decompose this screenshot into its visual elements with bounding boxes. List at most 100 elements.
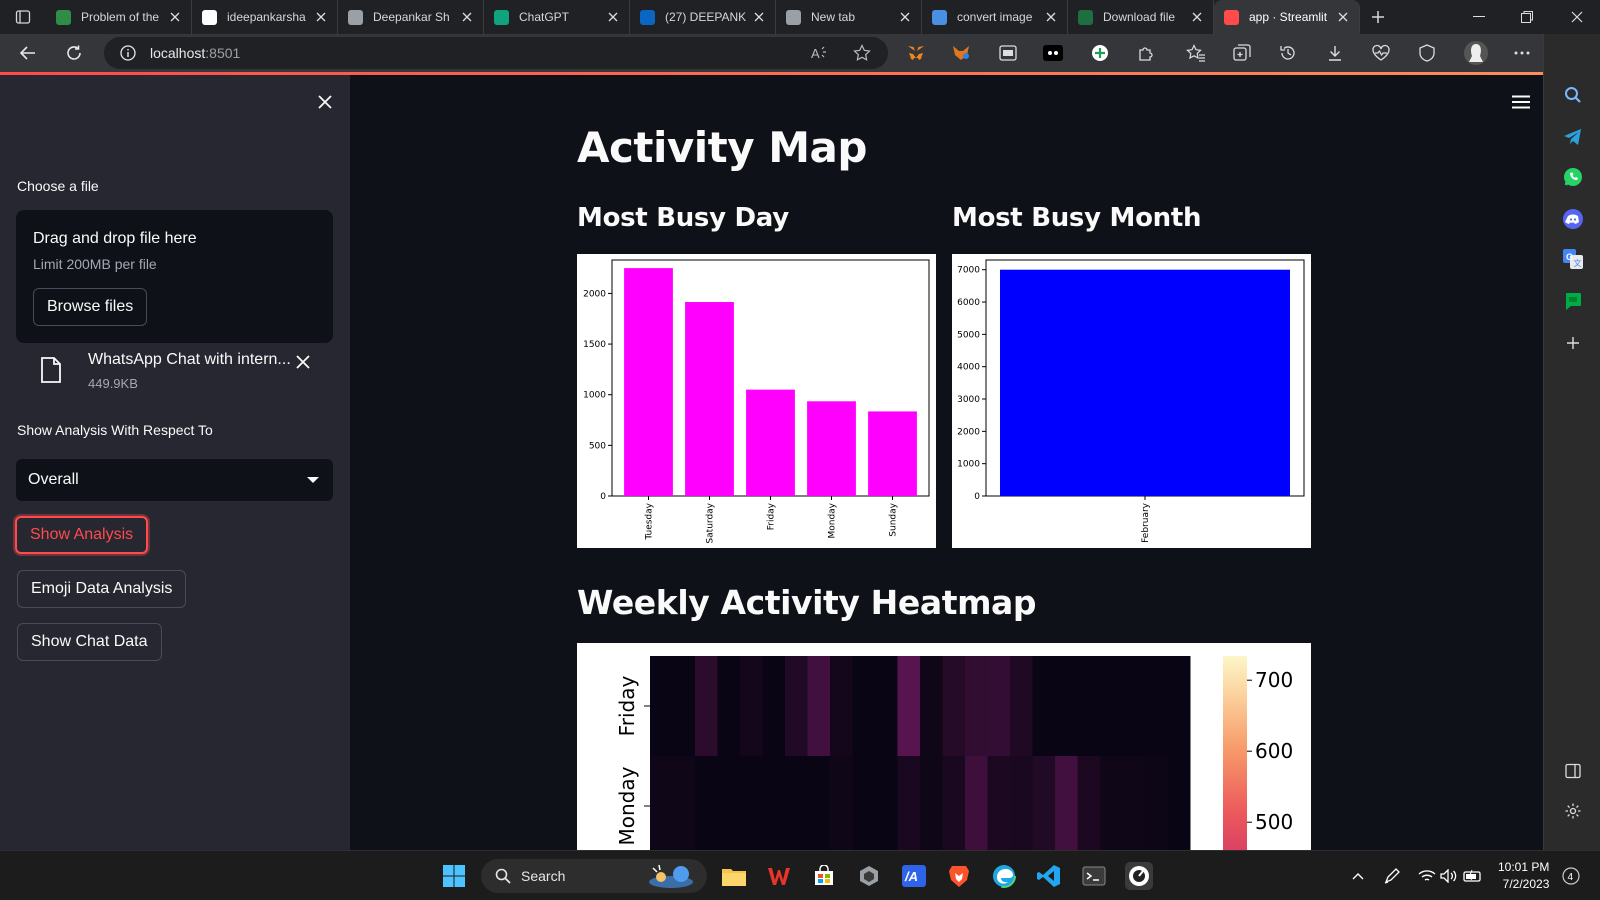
more-options-icon[interactable] bbox=[1512, 43, 1532, 63]
heat-cell bbox=[807, 656, 831, 756]
show-analysis-button[interactable]: Show Analysis bbox=[15, 516, 149, 554]
metamask-icon[interactable] bbox=[906, 43, 926, 63]
recording-app-icon[interactable] bbox=[1125, 862, 1153, 890]
google-chat-icon[interactable] bbox=[1562, 290, 1584, 312]
brave-browser-icon[interactable] bbox=[945, 862, 973, 890]
close-tab-icon[interactable] bbox=[605, 9, 621, 25]
back-icon[interactable] bbox=[14, 39, 42, 67]
math-app-icon[interactable]: /A bbox=[900, 862, 928, 890]
file-explorer-icon[interactable] bbox=[720, 862, 748, 890]
close-tab-icon[interactable] bbox=[1335, 9, 1351, 25]
close-window-icon[interactable] bbox=[1554, 0, 1600, 34]
favorite-star-icon[interactable] bbox=[852, 43, 872, 63]
heat-cell bbox=[650, 656, 673, 756]
close-tab-icon[interactable] bbox=[459, 9, 475, 25]
favorites-icon[interactable] bbox=[1186, 43, 1206, 63]
browser-tab-4[interactable]: ChatGPT bbox=[484, 0, 630, 34]
taskbar-search[interactable]: Search bbox=[481, 859, 707, 893]
y-tick-label: 7000 bbox=[957, 266, 980, 276]
close-sidebar-icon[interactable] bbox=[316, 93, 334, 111]
refresh-icon[interactable] bbox=[60, 39, 88, 67]
google-translate-icon[interactable]: G文 bbox=[1562, 248, 1584, 270]
discord-icon[interactable] bbox=[1562, 208, 1584, 230]
sidebar-settings-icon[interactable] bbox=[1562, 800, 1584, 822]
hide-sidebar-icon[interactable] bbox=[1562, 760, 1584, 782]
show-chat-data-button[interactable]: Show Chat Data bbox=[17, 623, 162, 661]
heat-cell bbox=[875, 656, 898, 756]
dark-mode-extension-icon[interactable] bbox=[1043, 43, 1063, 63]
search-icon[interactable] bbox=[1562, 84, 1584, 106]
telegram-icon[interactable] bbox=[1562, 126, 1584, 148]
restore-icon[interactable] bbox=[1504, 0, 1550, 34]
tab-actions-icon[interactable] bbox=[0, 0, 46, 34]
fox-extension-icon[interactable] bbox=[951, 43, 971, 63]
browser-tab-2[interactable]: ideepankarsha bbox=[192, 0, 338, 34]
weekly-heatmap: Friday Monday 700 600 500 bbox=[577, 643, 1311, 850]
screen-capture-icon[interactable] bbox=[998, 43, 1018, 63]
new-tab-button[interactable] bbox=[1360, 0, 1396, 34]
profile-avatar-icon[interactable] bbox=[1463, 40, 1489, 66]
battery-icon[interactable] bbox=[1462, 862, 1484, 890]
close-tab-icon[interactable] bbox=[1043, 9, 1059, 25]
hex-app-icon[interactable] bbox=[855, 862, 883, 890]
wifi-icon[interactable] bbox=[1417, 862, 1437, 890]
y-tick-label: 3000 bbox=[957, 395, 980, 405]
notification-badge[interactable]: 4 bbox=[1561, 862, 1581, 890]
browser-essentials-icon[interactable] bbox=[1417, 43, 1437, 63]
close-tab-icon[interactable] bbox=[313, 9, 329, 25]
wps-office-icon[interactable] bbox=[765, 862, 793, 890]
heat-cell bbox=[650, 756, 673, 850]
heat-cell bbox=[785, 756, 808, 850]
browser-tab-6[interactable]: New tab bbox=[776, 0, 922, 34]
read-aloud-icon[interactable]: A bbox=[810, 43, 830, 63]
linkedin-icon bbox=[640, 9, 655, 25]
collections-icon[interactable] bbox=[1232, 43, 1252, 63]
analysis-select[interactable]: Overall bbox=[16, 459, 333, 501]
file-uploader-label: Choose a file bbox=[17, 178, 99, 194]
extensions-puzzle-icon[interactable] bbox=[1136, 43, 1156, 63]
remove-file-icon[interactable] bbox=[294, 353, 312, 371]
close-tab-icon[interactable] bbox=[897, 9, 913, 25]
add-sidebar-app-icon[interactable] bbox=[1562, 332, 1584, 354]
downloads-icon[interactable] bbox=[1325, 43, 1345, 63]
browser-tab-9[interactable]: app · Streamlit bbox=[1214, 0, 1360, 34]
url-text: localhost:8501 bbox=[150, 45, 241, 61]
tab-label: convert image bbox=[957, 10, 1033, 24]
colorbar-tick-label: 600 bbox=[1255, 739, 1293, 763]
performance-icon[interactable] bbox=[1371, 43, 1391, 63]
close-tab-icon[interactable] bbox=[167, 9, 183, 25]
terminal-icon[interactable] bbox=[1080, 862, 1108, 890]
whatsapp-icon[interactable] bbox=[1562, 166, 1584, 188]
tab-label: (27) DEEPANK bbox=[665, 10, 747, 24]
add-extension-icon[interactable] bbox=[1090, 43, 1110, 63]
browser-tab-5[interactable]: (27) DEEPANK bbox=[630, 0, 776, 34]
volume-icon[interactable] bbox=[1439, 862, 1459, 890]
browse-files-button[interactable]: Browse files bbox=[33, 288, 148, 326]
file-dropzone[interactable]: Drag and drop file here Limit 200MB per … bbox=[16, 210, 333, 343]
browser-tab-1[interactable]: Problem of the bbox=[46, 0, 192, 34]
show-hidden-icons-icon[interactable] bbox=[1349, 862, 1367, 890]
edge-browser-icon[interactable] bbox=[990, 862, 1018, 890]
windows-start-icon[interactable] bbox=[440, 862, 468, 890]
svg-text:A: A bbox=[811, 46, 820, 61]
taskbar-clock[interactable]: 10:01 PM 7/2/2023 bbox=[1498, 859, 1549, 893]
browser-tab-8[interactable]: Download file bbox=[1068, 0, 1214, 34]
close-tab-icon[interactable] bbox=[751, 9, 767, 25]
y-tick-label: 2000 bbox=[957, 427, 980, 437]
site-info-icon[interactable] bbox=[120, 45, 136, 61]
browser-tab-7[interactable]: convert image bbox=[922, 0, 1068, 34]
hamburger-menu-icon[interactable] bbox=[1512, 95, 1530, 109]
address-bar[interactable]: localhost:8501 A bbox=[104, 37, 888, 69]
microsoft-store-icon[interactable] bbox=[810, 862, 838, 890]
history-icon[interactable] bbox=[1278, 43, 1298, 63]
heat-cell bbox=[1122, 756, 1146, 850]
analysis-select-label: Show Analysis With Respect To bbox=[17, 422, 213, 438]
minimize-icon[interactable] bbox=[1456, 0, 1502, 34]
vscode-icon[interactable] bbox=[1035, 862, 1063, 890]
pen-menu-icon[interactable] bbox=[1381, 862, 1403, 890]
emoji-analysis-button[interactable]: Emoji Data Analysis bbox=[17, 570, 187, 608]
uploaded-file-size: 449.9KB bbox=[88, 376, 138, 391]
browser-tab-3[interactable]: Deepankar Sh bbox=[338, 0, 484, 34]
close-tab-icon[interactable] bbox=[1189, 9, 1205, 25]
address-toolbar: localhost:8501 A bbox=[0, 34, 1600, 72]
